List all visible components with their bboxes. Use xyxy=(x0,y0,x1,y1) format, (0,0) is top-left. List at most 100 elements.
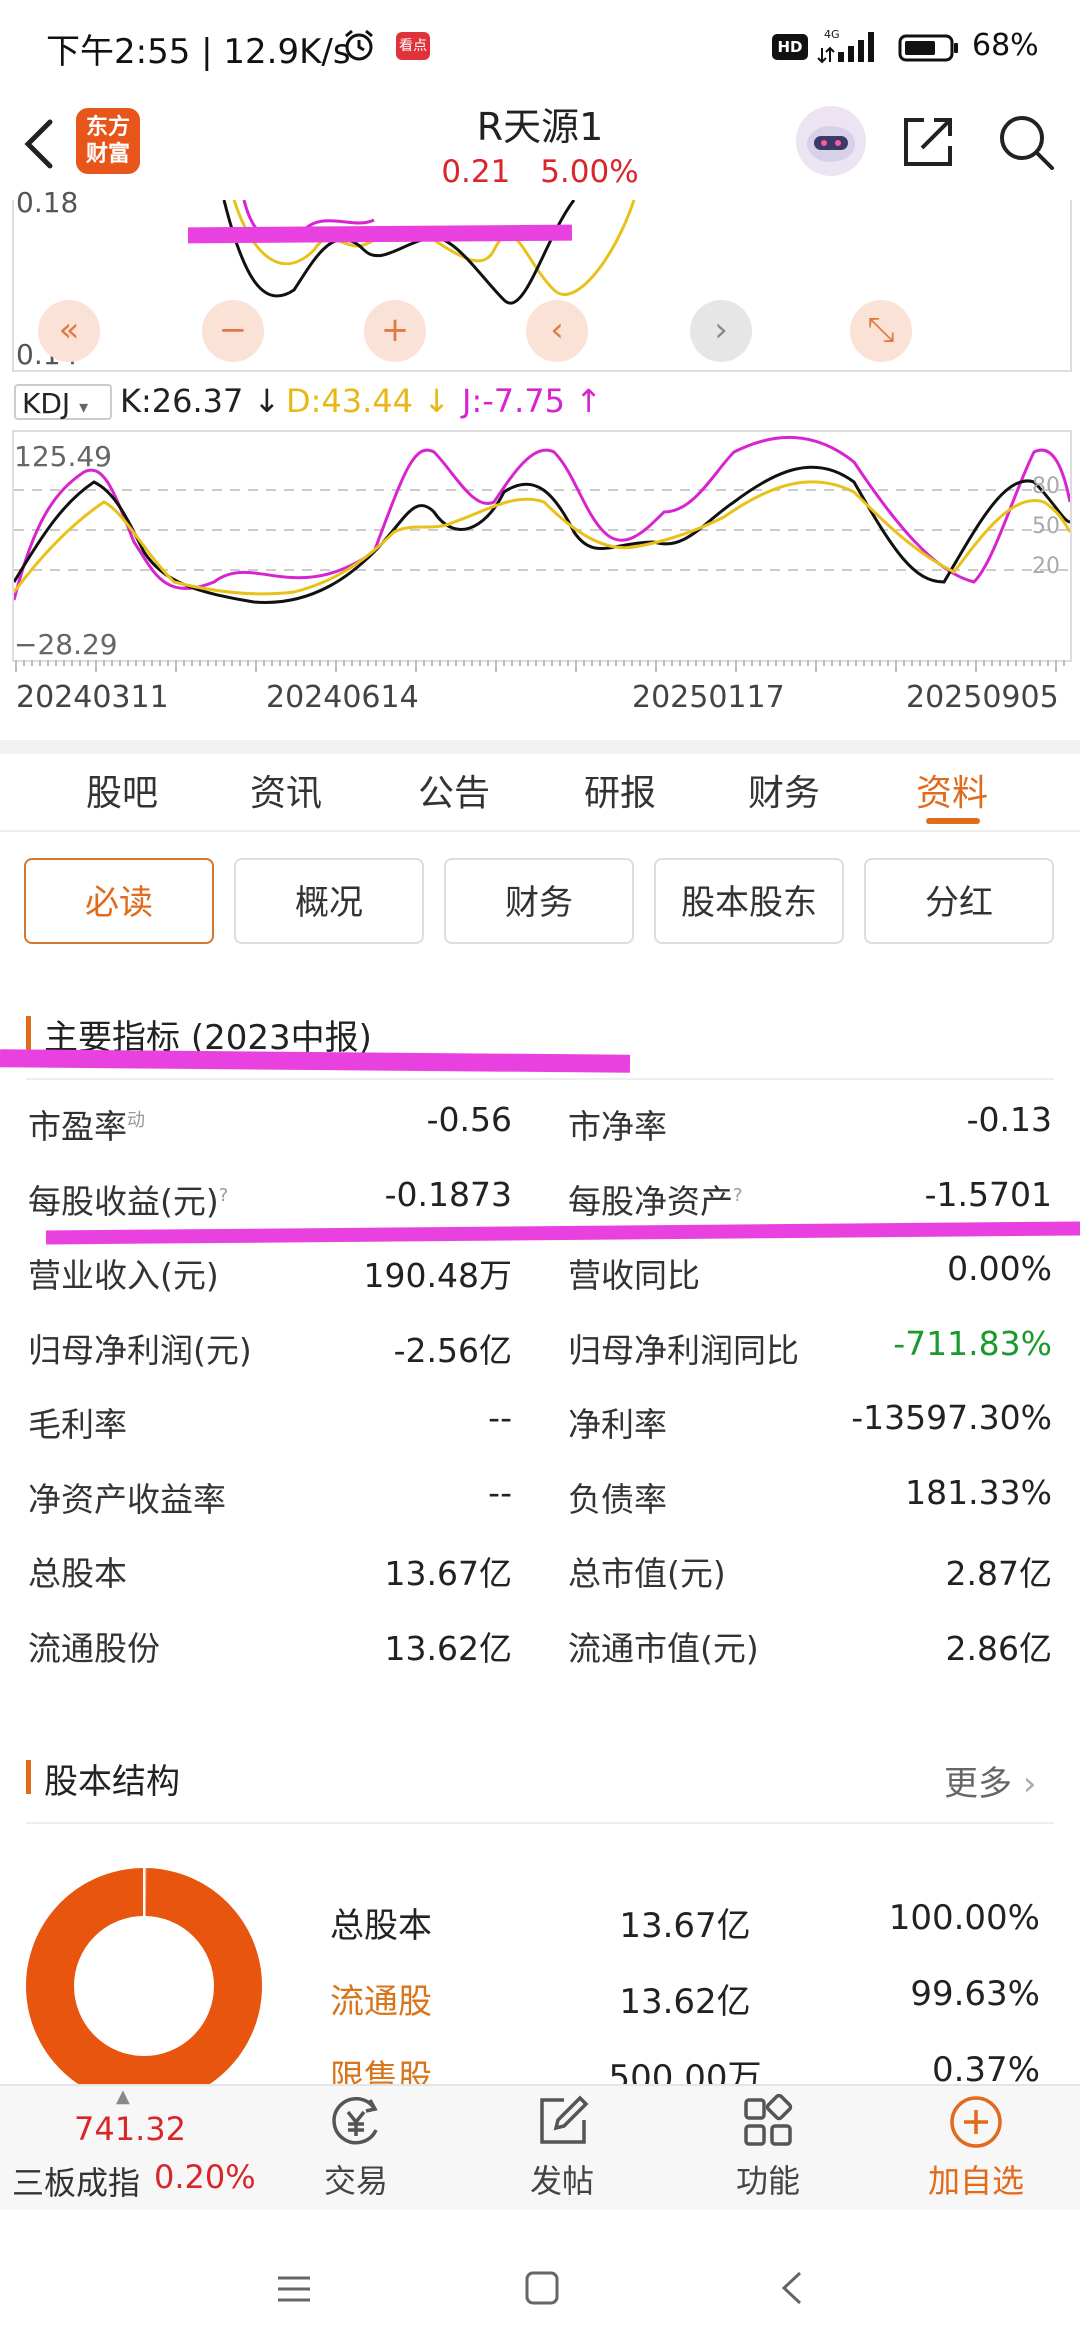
indicator-value: 2.87亿 xyxy=(945,1554,1052,1593)
robot-icon xyxy=(807,126,855,162)
trade-label: 交易 xyxy=(323,2162,388,2200)
divider xyxy=(26,1822,1054,1824)
date-label-2: 20240614 xyxy=(266,680,419,715)
tab-announcement[interactable]: 公告 xyxy=(418,764,490,816)
indicator-label: 每股收益(元)? xyxy=(28,1175,228,1223)
dynamic-marker: 动 xyxy=(127,1110,145,1131)
search-icon[interactable] xyxy=(996,112,1056,172)
date-label-3: 20250117 xyxy=(632,680,785,715)
trade-button[interactable]: 交易 xyxy=(296,2094,416,2202)
home-icon[interactable] xyxy=(524,2270,560,2306)
indicator-label: 流通市值(元) xyxy=(568,1622,759,1670)
index-value[interactable]: 741.32 xyxy=(74,2110,186,2148)
yuan-icon xyxy=(332,2097,378,2145)
tab-research[interactable]: 研报 xyxy=(584,764,656,816)
indicator-value: -0.56 xyxy=(426,1100,512,1139)
index-name[interactable]: 三板成指 xyxy=(12,2158,140,2204)
share-type: 流通股 xyxy=(330,1982,432,2022)
kdj-j-value: J:-7.75 ↑ xyxy=(462,382,602,420)
functions-label: 功能 xyxy=(735,2162,800,2200)
subtab-dividend[interactable]: 分红 xyxy=(864,858,1054,944)
rewind-button[interactable]: « xyxy=(38,300,100,362)
post-label: 发帖 xyxy=(529,2162,594,2200)
indicator-label-text: 市盈率 xyxy=(28,1107,127,1146)
add-watchlist-button[interactable]: 加自选 xyxy=(916,2094,1036,2202)
indicator-label: 营收同比 xyxy=(568,1249,700,1297)
share-amount: 13.62亿 xyxy=(619,1982,751,2022)
share-amount: 13.67亿 xyxy=(619,1906,751,1946)
active-tab-indicator xyxy=(926,818,980,824)
post-button[interactable]: 发帖 xyxy=(502,2094,622,2202)
caret-up-icon[interactable]: ▲ xyxy=(116,2086,130,2107)
indicator-label-text: 归母净利润同比 xyxy=(568,1331,799,1370)
indicator-label: 营业收入(元) xyxy=(28,1249,219,1297)
indicator-value: -2.56亿 xyxy=(393,1331,512,1370)
indicator-select[interactable]: KDJ ▾ xyxy=(14,384,112,420)
tab-divider xyxy=(0,830,1080,832)
zoom-out-button[interactable]: − xyxy=(202,300,264,362)
subtab-overview[interactable]: 概况 xyxy=(234,858,424,944)
tab-profile[interactable]: 资料 xyxy=(916,764,988,816)
share-type: 总股本 xyxy=(330,1906,432,1946)
indicator-value: 190.48万 xyxy=(363,1256,512,1295)
indicator-label-text: 总股本 xyxy=(28,1554,127,1593)
chevron-right-icon: › xyxy=(1022,1764,1037,1804)
tab-guba[interactable]: 股吧 xyxy=(86,764,158,816)
fullscreen-button[interactable]: ⤡ xyxy=(850,300,912,362)
kdj-max-label: 125.49 xyxy=(14,440,112,473)
indicator-label-text: 每股净资产 xyxy=(568,1182,733,1221)
next-button[interactable]: › xyxy=(690,300,752,362)
indicator-label-text: 负债率 xyxy=(568,1480,667,1519)
menu-icon[interactable] xyxy=(276,2274,312,2304)
indicator-name: KDJ xyxy=(22,387,71,420)
index-percent[interactable]: 0.20% xyxy=(154,2158,256,2196)
battery-icon xyxy=(898,34,958,62)
subtab-shareholders[interactable]: 股本股东 xyxy=(654,858,844,944)
indicator-label-text: 归母净利润(元) xyxy=(28,1331,252,1370)
alarm-icon xyxy=(345,29,373,61)
level-20-label: 20 xyxy=(1032,554,1060,579)
date-label-4: 20250905 xyxy=(906,680,1059,715)
more-link[interactable]: 更多 › xyxy=(944,1756,1036,1805)
nav-back-icon[interactable] xyxy=(778,2270,804,2306)
indicator-label-text: 市净率 xyxy=(568,1107,667,1146)
indicator-value: 2.86亿 xyxy=(945,1629,1052,1668)
share-icon[interactable] xyxy=(900,112,958,170)
section-marker xyxy=(26,1016,31,1050)
indicator-label-text: 每股收益(元) xyxy=(28,1182,219,1221)
date-label-1: 20240311 xyxy=(16,680,169,715)
functions-button[interactable]: 功能 xyxy=(708,2094,828,2202)
indicator-label: 总股本 xyxy=(28,1547,127,1595)
tab-finance[interactable]: 财务 xyxy=(748,764,820,816)
help-icon[interactable]: ? xyxy=(219,1185,229,1206)
kdj-d-value: D:43.44 ↓ xyxy=(286,382,451,420)
battery-percent: 68% xyxy=(972,28,1039,63)
indicator-label: 总市值(元) xyxy=(568,1547,726,1595)
assistant-avatar[interactable] xyxy=(796,106,866,176)
highlight-mark xyxy=(45,1221,1080,1245)
subtab-must-read[interactable]: 必读 xyxy=(24,858,214,944)
indicator-label-text: 净利率 xyxy=(568,1405,667,1444)
time-axis-ticks xyxy=(15,660,1065,672)
indicator-label: 归母净利润(元) xyxy=(28,1324,252,1372)
section-marker xyxy=(26,1760,31,1794)
indicator-value: 181.33% xyxy=(905,1473,1052,1512)
change-percent: 5.00% xyxy=(540,154,639,190)
more-label: 更多 xyxy=(944,1764,1012,1804)
help-icon[interactable]: ? xyxy=(733,1185,743,1206)
indicator-value: -13597.30% xyxy=(851,1398,1052,1437)
status-bar: 下午2:55 | 12.9K/s 看点 HD 4G 68% xyxy=(0,0,1080,96)
indicator-label: 净资产收益率 xyxy=(28,1473,226,1521)
tab-news[interactable]: 资讯 xyxy=(250,764,322,816)
kdj-k-value: K:26.37 ↓ xyxy=(120,382,281,420)
indicator-label: 净利率 xyxy=(568,1398,667,1446)
prev-button[interactable]: ‹ xyxy=(526,300,588,362)
indicator-label: 市净率 xyxy=(568,1100,667,1148)
subtab-finance[interactable]: 财务 xyxy=(444,858,634,944)
zoom-in-button[interactable]: + xyxy=(364,300,426,362)
indicator-value: -- xyxy=(488,1473,512,1512)
kdj-min-label: −28.29 xyxy=(14,628,118,661)
kdj-chart[interactable] xyxy=(12,430,1072,662)
grid-icon xyxy=(744,2094,793,2146)
share-structure-donut xyxy=(26,1868,262,2104)
